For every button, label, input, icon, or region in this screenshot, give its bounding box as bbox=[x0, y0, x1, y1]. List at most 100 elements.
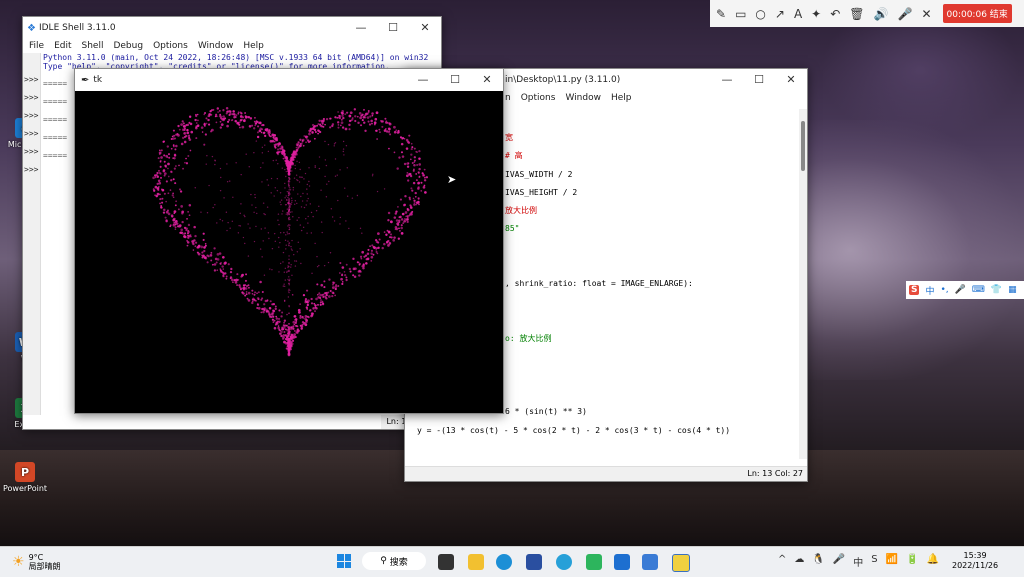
recorder-tool-icon[interactable]: ✎ bbox=[716, 7, 726, 21]
editor-code-area[interactable]: 宽 # 高 IVAS_WIDTH / 2 IVAS_HEIGHT / 2 放大比例 85"… bbox=[417, 129, 795, 440]
app-icon-2[interactable] bbox=[614, 554, 630, 570]
maximize-icon[interactable]: ☐ bbox=[439, 69, 471, 91]
heart-particle bbox=[378, 128, 381, 131]
menu-item[interactable]: Help bbox=[243, 41, 264, 51]
recording-timer[interactable]: 00:00:06 结束 bbox=[942, 4, 1012, 23]
minimize-icon[interactable]: — bbox=[407, 69, 439, 91]
heart-particle bbox=[233, 116, 236, 119]
heart-inner-particle bbox=[290, 203, 292, 206]
heart-particle bbox=[236, 284, 239, 287]
windows-start-icon[interactable] bbox=[337, 554, 351, 568]
heart-particle bbox=[272, 303, 276, 306]
heart-particle bbox=[259, 280, 262, 284]
recorder-tool-icon[interactable]: A bbox=[794, 7, 802, 21]
tray-icon[interactable]: 📶 bbox=[886, 554, 898, 569]
chat-app-icon[interactable] bbox=[586, 554, 602, 570]
menu-item[interactable]: Help bbox=[611, 93, 632, 103]
heart-inner-particle bbox=[324, 140, 326, 143]
heart-inner-particle bbox=[288, 232, 291, 235]
recorder-tool-icon[interactable]: ↗ bbox=[775, 7, 785, 21]
heart-particle bbox=[296, 328, 299, 331]
recorder-tool-icon[interactable]: ○ bbox=[755, 7, 765, 21]
menu-item[interactable]: Debug bbox=[113, 41, 143, 51]
heart-particle bbox=[337, 126, 340, 129]
recorder-tool-icon[interactable]: ✕ bbox=[921, 7, 931, 21]
tray-icon[interactable]: 中 bbox=[853, 554, 863, 569]
recorder-tool-icon[interactable]: ▭ bbox=[735, 7, 746, 21]
menu-item[interactable]: File bbox=[29, 41, 44, 51]
recorder-tool-icon[interactable]: 🔊 bbox=[874, 7, 889, 21]
minimize-icon[interactable]: — bbox=[345, 17, 377, 39]
heart-particle bbox=[297, 308, 301, 312]
heart-inner-particle bbox=[279, 232, 282, 234]
menu-item[interactable]: n bbox=[505, 93, 511, 103]
heart-inner-particle bbox=[288, 194, 290, 197]
tray-icon[interactable]: 🎤 bbox=[833, 554, 845, 569]
file-explorer-icon[interactable] bbox=[468, 554, 484, 570]
ime-button[interactable]: S bbox=[909, 285, 920, 295]
heart-particle bbox=[196, 251, 199, 254]
ime-button[interactable]: 👕 bbox=[991, 285, 1002, 295]
tk-titlebar[interactable]: ✒ tk — ☐ ✕ bbox=[75, 69, 503, 91]
maximize-icon[interactable]: ☐ bbox=[377, 17, 409, 39]
heart-inner-particle bbox=[264, 213, 266, 216]
ime-button[interactable]: 🎤 bbox=[955, 285, 966, 295]
heart-inner-particle bbox=[300, 229, 303, 232]
clock[interactable]: 15:39 2022/11/26 bbox=[952, 551, 998, 571]
recorder-tool-icon[interactable]: 🎤 bbox=[897, 7, 912, 21]
heart-particle bbox=[423, 168, 426, 171]
maximize-icon[interactable]: ☐ bbox=[743, 69, 775, 91]
weather-widget[interactable]: ☀ 9°C 局部晴朗 bbox=[12, 553, 61, 571]
heart-inner-particle bbox=[287, 192, 290, 195]
heart-particle bbox=[275, 139, 278, 142]
desktop-icon[interactable]: P PowerPoint bbox=[2, 462, 48, 493]
menu-item[interactable]: Options bbox=[153, 41, 188, 51]
scrollbar-thumb[interactable] bbox=[801, 121, 805, 171]
menu-item[interactable]: Edit bbox=[54, 41, 71, 51]
app-icon[interactable] bbox=[556, 554, 572, 570]
heart-particle bbox=[288, 345, 290, 348]
heart-particle bbox=[372, 253, 375, 256]
task-view-icon[interactable] bbox=[438, 554, 454, 570]
ime-button[interactable]: ▦ bbox=[1008, 285, 1017, 295]
heart-particle bbox=[356, 261, 359, 264]
heart-inner-particle bbox=[286, 270, 288, 272]
menu-item[interactable]: Window bbox=[565, 93, 601, 103]
idle-shell-titlebar[interactable]: ❖ IDLE Shell 3.11.0 — ☐ ✕ bbox=[23, 17, 441, 39]
close-icon[interactable]: ✕ bbox=[471, 69, 503, 91]
tray-icon[interactable]: 🐧 bbox=[812, 554, 824, 569]
menu-item[interactable]: Shell bbox=[82, 41, 104, 51]
close-icon[interactable]: ✕ bbox=[775, 69, 807, 91]
ime-toolbar[interactable]: S 中 •, 🎤 ⌨ 👕 ▦ bbox=[906, 281, 1024, 299]
tray-icon[interactable]: ^ bbox=[778, 554, 786, 569]
taskbar-search[interactable]: ⚲ 搜索 bbox=[362, 552, 426, 570]
heart-inner-particle bbox=[299, 168, 301, 171]
ime-button[interactable]: 中 bbox=[925, 284, 934, 297]
tray-icon[interactable]: S bbox=[871, 554, 877, 569]
edge-icon[interactable] bbox=[496, 554, 512, 570]
heart-particle bbox=[175, 133, 178, 136]
close-icon[interactable]: ✕ bbox=[409, 17, 441, 39]
recorder-tool-icon[interactable]: ✦ bbox=[811, 7, 821, 21]
heart-particle bbox=[329, 126, 332, 129]
store-icon[interactable] bbox=[526, 554, 542, 570]
heart-particle bbox=[213, 247, 216, 250]
tray-icon[interactable]: 🔔 bbox=[927, 554, 939, 569]
app-icon-3[interactable] bbox=[642, 554, 658, 570]
heart-particle bbox=[210, 113, 213, 116]
recorder-tool-icon[interactable]: ↶ bbox=[830, 7, 840, 21]
tray-icon[interactable]: ☁ bbox=[794, 554, 804, 569]
ime-button[interactable]: ⌨ bbox=[972, 285, 985, 295]
heart-canvas[interactable] bbox=[75, 91, 501, 411]
ime-button[interactable]: •, bbox=[941, 285, 949, 295]
tk-window[interactable]: ✒ tk — ☐ ✕ ➤ bbox=[74, 68, 504, 414]
tray-icon[interactable]: 🔋 bbox=[906, 554, 918, 569]
menu-item[interactable]: Window bbox=[198, 41, 234, 51]
minimize-icon[interactable]: — bbox=[711, 69, 743, 91]
heart-inner-particle bbox=[288, 284, 290, 286]
python-taskbar-icon[interactable] bbox=[672, 554, 690, 572]
editor-scrollbar[interactable] bbox=[799, 109, 807, 459]
heart-particle bbox=[413, 199, 416, 202]
menu-item[interactable]: Options bbox=[521, 93, 556, 103]
recorder-tool-icon[interactable]: 🗑 bbox=[849, 7, 864, 21]
